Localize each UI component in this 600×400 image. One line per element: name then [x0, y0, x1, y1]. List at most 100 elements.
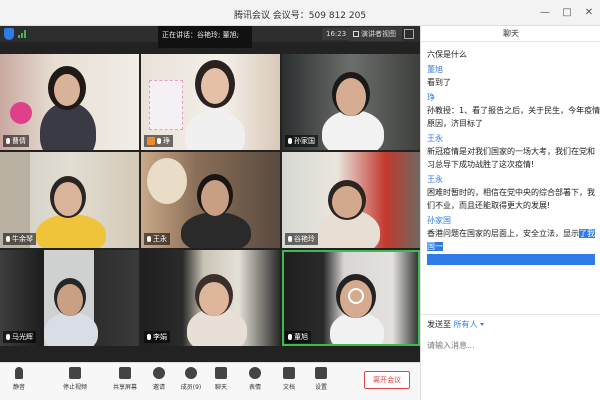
microphone-icon — [147, 236, 151, 242]
video-tile[interactable]: 谷艳玲 — [282, 152, 420, 248]
video-tile[interactable]: 牛余琴 — [0, 152, 139, 248]
speaker-view-label: 演讲者视图 — [361, 30, 396, 38]
microphone-icon — [288, 334, 292, 340]
chat-panel: 聊天 六保是什么 董旭 看到了 琤 孙教授：1、看了报告之后，关于民生，今年疫情… — [420, 26, 600, 400]
members-icon — [185, 367, 197, 379]
toolbar-label: 共享屏幕 — [112, 384, 137, 391]
chat-button[interactable]: 聊天 — [206, 367, 236, 391]
video-tile[interactable]: 董旭 — [282, 250, 420, 346]
grid-icon — [353, 31, 359, 37]
toolbar-label: 设置 — [314, 384, 327, 391]
toolbar-label: 文档 — [282, 384, 295, 391]
loading-icon — [348, 288, 364, 304]
video-tile[interactable]: 王永 — [141, 152, 280, 248]
speaker-view-button[interactable]: 演讲者视图 — [350, 27, 402, 41]
chat-message: 王永 新冠疫情是对我们国家的一场大考，我们在党和习总导下成功战胜了这次疫情! — [427, 133, 600, 171]
host-icon — [147, 137, 155, 145]
microphone-icon — [6, 138, 10, 144]
participant-name-tag: 马光辉 — [3, 331, 36, 343]
participant-name-tag: 孙家国 — [285, 135, 318, 147]
meeting-toolbar: 静音 停止视频 共享屏幕 邀请 成员(9) 聊天 表情 文档 设置 离开会议 — [0, 362, 420, 400]
microphone-icon — [288, 236, 292, 242]
message-sender[interactable]: 董旭 — [427, 64, 600, 76]
toolbar-label: 表情 — [248, 384, 261, 391]
participant-name: 董旭 — [294, 333, 308, 341]
participant-name: 马光辉 — [12, 333, 33, 341]
document-button[interactable]: 文档 — [274, 367, 304, 391]
video-tile[interactable]: 孙家国 — [282, 54, 420, 150]
share-screen-button[interactable]: 共享屏幕 — [110, 367, 140, 391]
mute-button[interactable]: 静音 — [4, 367, 34, 391]
settings-icon — [315, 367, 327, 379]
minimize-icon[interactable]: — — [538, 5, 552, 19]
video-area: 16:23 演讲者视图 正在讲话：谷艳玲; 董旭; 曹倩 琤 孙家国 牛余琴 王… — [0, 26, 420, 400]
shield-icon[interactable] — [4, 28, 14, 40]
chat-message: 琤 孙教授：1、看了报告之后，关于民生，今年疫情原因，济目标了 — [427, 92, 600, 130]
fullscreen-icon[interactable] — [404, 29, 414, 39]
settings-button[interactable]: 设置 — [306, 367, 336, 391]
emoji-button[interactable]: 表情 — [240, 367, 270, 391]
chat-message: 六保是什么 — [427, 48, 600, 61]
video-tile[interactable]: 曹倩 — [0, 54, 139, 150]
microphone-icon — [6, 334, 10, 340]
meeting-timer: 16:23 — [322, 28, 351, 40]
message-text: 困难时暂时的，相信在党中央的综合部署下，我们不业，而且还能取得更大的发展! — [427, 188, 595, 210]
signal-bars-icon[interactable] — [18, 30, 26, 38]
participant-name: 牛余琴 — [12, 235, 33, 243]
speaking-indicator: 正在讲话：谷艳玲; 董旭; — [158, 26, 252, 48]
invite-button[interactable]: 邀请 — [144, 367, 174, 391]
participant-name-tag: 曹倩 — [3, 135, 29, 147]
stop-video-button[interactable]: 停止视频 — [60, 367, 90, 391]
members-button[interactable]: 成员(9) — [176, 367, 206, 391]
video-tile[interactable]: 李娟 — [141, 250, 280, 346]
participant-name: 孙家国 — [294, 137, 315, 145]
toolbar-label: 聊天 — [214, 384, 227, 391]
text-selection — [427, 254, 595, 265]
participant-name: 琤 — [163, 137, 170, 145]
chat-message: 王永 困难时暂时的，相信在党中央的综合部署下，我们不业，而且还能取得更大的发展! — [427, 174, 600, 212]
microphone-icon — [288, 138, 292, 144]
message-sender[interactable]: 琤 — [427, 92, 600, 104]
message-text: 香港问题在国家的层面上，安全立法，显示了我国一 — [427, 227, 600, 253]
chat-icon — [215, 367, 227, 379]
microphone-icon — [147, 334, 151, 340]
participant-name-tag: 牛余琴 — [3, 233, 36, 245]
chevron-down-icon[interactable] — [479, 323, 484, 326]
toolbar-label: 成员(9) — [180, 384, 202, 391]
message-text-before: 香港问题在国家的层面上，安全立法，显示 — [427, 229, 579, 238]
video-tile[interactable]: 马光辉 — [0, 250, 139, 346]
message-sender[interactable]: 王永 — [427, 133, 600, 145]
send-to-selector[interactable]: 发送至 所有人 — [427, 319, 484, 330]
chat-message: 董旭 看到了 — [427, 64, 600, 89]
participant-name-tag: 李娟 — [144, 331, 170, 343]
emoji-icon — [249, 367, 261, 379]
chat-input[interactable] — [427, 337, 595, 353]
window-controls: — □ ✕ — [538, 5, 596, 19]
participant-name-tag: 琤 — [144, 135, 173, 147]
message-sender[interactable]: 王永 — [427, 174, 600, 186]
microphone-icon — [15, 367, 23, 379]
video-grid: 曹倩 琤 孙家国 牛余琴 王永 谷艳玲 马光辉 李娟 董旭 — [0, 54, 420, 348]
maximize-icon[interactable]: □ — [560, 5, 574, 19]
microphone-icon — [157, 138, 161, 144]
close-icon[interactable]: ✕ — [582, 5, 596, 19]
chat-compose: 发送至 所有人 — [421, 314, 600, 353]
send-to-target[interactable]: 所有人 — [454, 320, 478, 329]
participant-name: 曹倩 — [12, 137, 26, 145]
chat-messages[interactable]: 六保是什么 董旭 看到了 琤 孙教授：1、看了报告之后，关于民生，今年疫情原因，… — [427, 48, 600, 310]
window-title: 腾讯会议 会议号：509 812 205 — [233, 11, 367, 21]
chat-title: 聊天 — [421, 26, 600, 42]
participant-name-tag: 董旭 — [285, 331, 311, 343]
participant-name-tag: 谷艳玲 — [285, 233, 318, 245]
message-text: 六保是什么 — [427, 50, 467, 59]
invite-icon — [153, 367, 165, 379]
document-icon — [283, 367, 295, 379]
video-tile[interactable]: 琤 — [141, 54, 280, 150]
message-text: 看到了 — [427, 78, 451, 87]
message-sender[interactable]: 孙家国 — [427, 215, 600, 227]
leave-meeting-button[interactable]: 离开会议 — [364, 371, 410, 389]
toolbar-label: 停止视频 — [62, 384, 87, 391]
toolbar-label: 静音 — [12, 384, 25, 391]
message-text: 新冠疫情是对我们国家的一场大考，我们在党和习总导下成功战胜了这次疫情! — [427, 147, 595, 169]
participant-name-tag: 王永 — [144, 233, 170, 245]
